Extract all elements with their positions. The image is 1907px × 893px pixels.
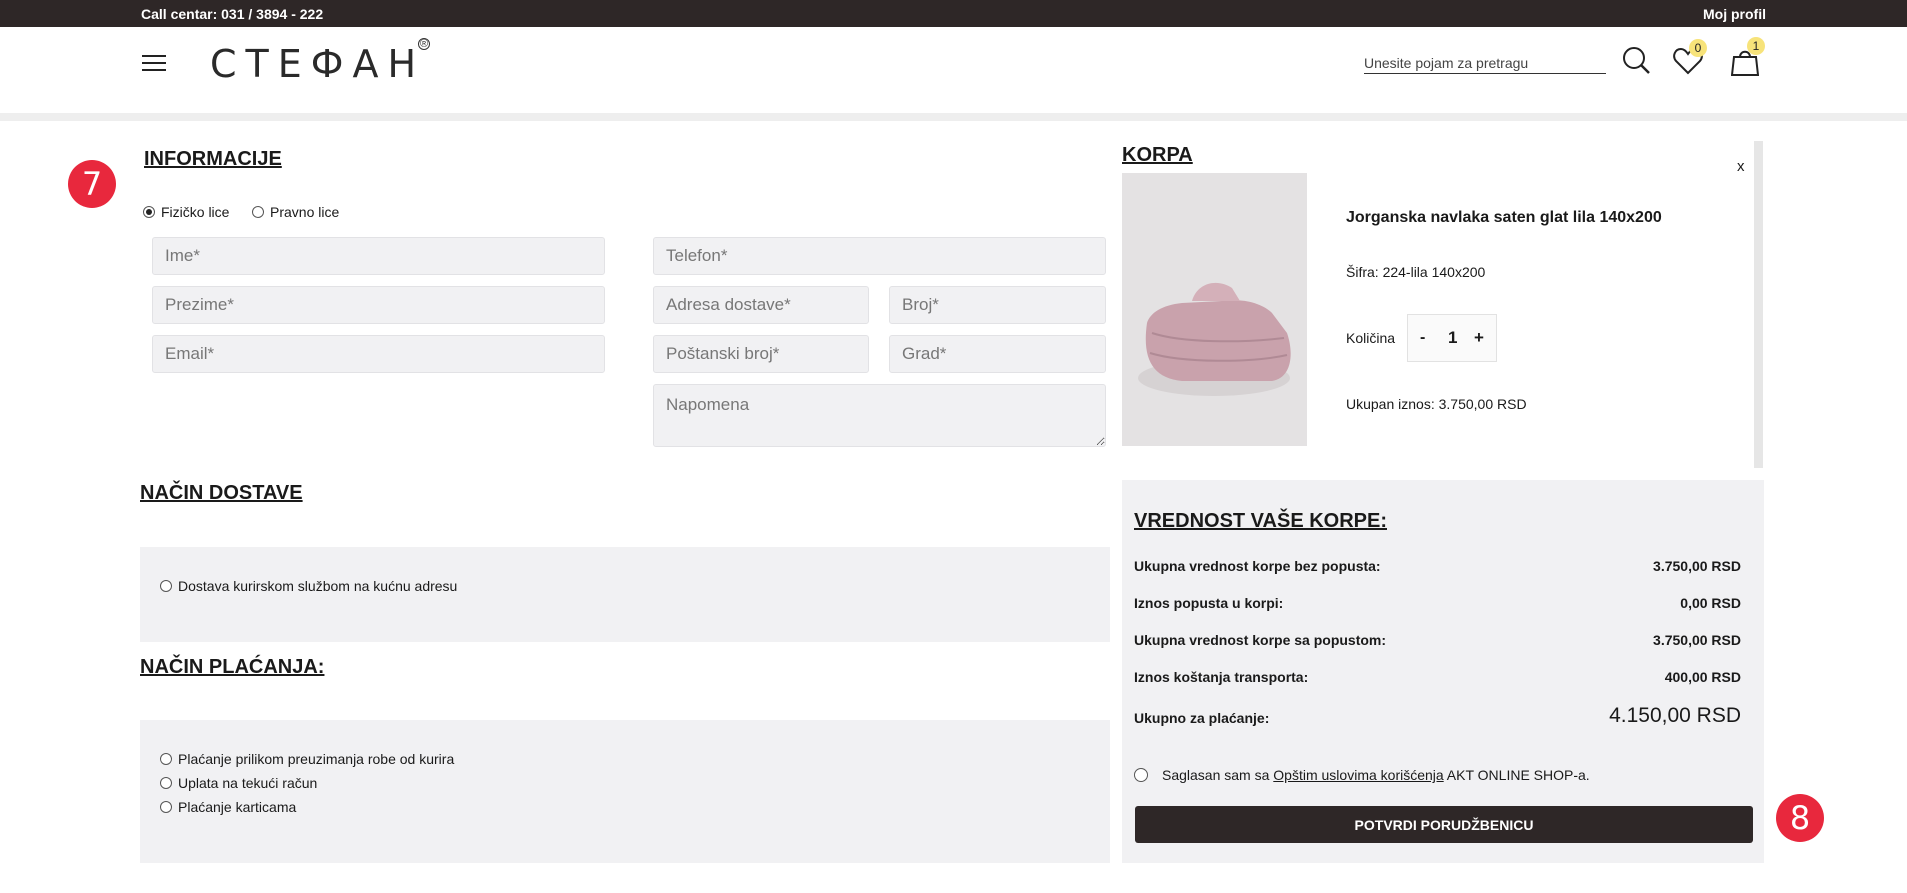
summary-total-row: Ukupno za plaćanje: 4.150,00 RSD xyxy=(1134,704,1741,727)
payment-option-label: Plaćanje karticama xyxy=(178,799,297,815)
top-bar: Call centar: 031 / 3894 - 222 Moj profil xyxy=(0,0,1907,27)
wishlist-count-badge: 0 xyxy=(1689,39,1707,57)
quantity-label: Količina xyxy=(1346,330,1396,346)
summary-total-value: 4.150,00 RSD xyxy=(1609,704,1741,727)
payment-option-label: Uplata na tekući račun xyxy=(178,775,318,791)
payment-options-panel xyxy=(140,720,1110,863)
radio-checked-icon[interactable] xyxy=(143,206,155,218)
note-field[interactable] xyxy=(653,384,1106,447)
first-name-field[interactable] xyxy=(152,237,605,275)
summary-label: Ukupna vrednost korpe bez popusta: xyxy=(1134,558,1381,574)
quantity-decrease-button[interactable]: - xyxy=(1420,329,1425,347)
summary-row: Iznos popusta u korpi: 0,00 RSD xyxy=(1134,595,1741,611)
product-sku: Šifra: 224-lila 140x200 xyxy=(1346,264,1486,280)
delivery-option-courier[interactable]: Dostava kurirskom službom na kućnu adres… xyxy=(160,578,457,594)
delivery-option-label: Dostava kurirskom službom na kućnu adres… xyxy=(178,578,458,594)
radio-unchecked-icon[interactable] xyxy=(160,777,172,789)
person-type-company[interactable]: Pravno lice xyxy=(252,204,339,220)
delivery-options-panel xyxy=(140,547,1110,642)
product-image[interactable] xyxy=(1122,173,1307,446)
quantity-value[interactable]: 1 xyxy=(1448,328,1457,348)
call-center-text: Call centar: 031 / 3894 - 222 xyxy=(141,6,324,22)
payment-option-label: Plaćanje prilikom preuzimanja robe od ku… xyxy=(178,751,455,767)
header-divider xyxy=(0,113,1907,121)
email-field[interactable] xyxy=(152,335,605,373)
summary-label: Ukupna vrednost korpe sa popustom: xyxy=(1134,632,1387,648)
terms-checkbox-icon[interactable] xyxy=(1134,768,1148,782)
item-total: Ukupan iznos: 3.750,00 RSD xyxy=(1346,396,1527,412)
summary-value: 3.750,00 RSD xyxy=(1653,558,1741,574)
confirm-order-button[interactable]: POTVRDI PORUDŽBENICU xyxy=(1135,806,1753,843)
last-name-field[interactable] xyxy=(152,286,605,324)
summary-row: Iznos koštanja transporta: 400,00 RSD xyxy=(1134,669,1741,685)
payment-option-bank-transfer[interactable]: Uplata na tekući račun xyxy=(160,775,317,791)
summary-value: 3.750,00 RSD xyxy=(1653,632,1741,648)
site-logo[interactable]: СТЕФАН xyxy=(210,42,425,86)
summary-value: 400,00 RSD xyxy=(1664,669,1741,685)
summary-value: 0,00 RSD xyxy=(1680,595,1741,611)
step-number-badge: 8 xyxy=(1776,794,1824,842)
product-name[interactable]: Jorganska navlaka saten glat lila 140x20… xyxy=(1346,209,1662,227)
step-number-badge: 7 xyxy=(68,160,116,208)
house-number-field[interactable] xyxy=(889,286,1106,324)
quantity-increase-button[interactable]: + xyxy=(1474,328,1484,348)
city-field[interactable] xyxy=(889,335,1106,373)
phone-field[interactable] xyxy=(653,237,1106,275)
person-type-label: Pravno lice xyxy=(270,204,340,220)
person-type-label: Fizičko lice xyxy=(161,204,230,220)
terms-agreement[interactable]: Saglasan sam sa Opštim uslovima korišćen… xyxy=(1134,767,1590,783)
terms-link[interactable]: Opštim uslovima korišćenja xyxy=(1273,767,1443,783)
search-icon[interactable] xyxy=(1622,46,1654,78)
summary-label: Iznos popusta u korpi: xyxy=(1134,595,1284,611)
payment-section-title: NAČIN PLAĆANJA: xyxy=(140,656,325,678)
summary-row: Ukupna vrednost korpe sa popustom: 3.750… xyxy=(1134,632,1741,648)
summary-row: Ukupna vrednost korpe bez popusta: 3.750… xyxy=(1134,558,1741,574)
address-field[interactable] xyxy=(653,286,869,324)
summary-total-label: Ukupno za plaćanje: xyxy=(1134,710,1270,726)
summary-title: VREDNOST VAŠE KORPE: xyxy=(1134,510,1387,532)
payment-option-cod[interactable]: Plaćanje prilikom preuzimanja robe od ku… xyxy=(160,751,454,767)
cart-count-badge: 1 xyxy=(1747,37,1765,55)
info-section-title: INFORMACIJE xyxy=(144,148,282,170)
radio-unchecked-icon[interactable] xyxy=(160,580,172,592)
quantity-stepper: - 1 + xyxy=(1407,314,1497,362)
summary-label: Iznos koštanja transporta: xyxy=(1134,669,1309,685)
radio-unchecked-icon[interactable] xyxy=(160,801,172,813)
remove-item-button[interactable]: x xyxy=(1737,158,1745,175)
registered-mark: ® xyxy=(418,38,430,50)
terms-text-prefix: Saglasan sam sa xyxy=(1162,767,1274,783)
postal-code-field[interactable] xyxy=(653,335,869,373)
search-input[interactable] xyxy=(1364,52,1606,74)
radio-unchecked-icon[interactable] xyxy=(160,753,172,765)
my-profile-link[interactable]: Moj profil xyxy=(1703,6,1766,22)
payment-option-card[interactable]: Plaćanje karticama xyxy=(160,799,296,815)
menu-icon[interactable] xyxy=(142,55,166,73)
cart-scrollbar[interactable] xyxy=(1754,141,1763,468)
person-type-individual[interactable]: Fizičko lice xyxy=(143,204,229,220)
delivery-section-title: NAČIN DOSTAVE xyxy=(140,482,303,504)
radio-unchecked-icon[interactable] xyxy=(252,206,264,218)
terms-text-suffix: AKT ONLINE SHOP-a. xyxy=(1443,767,1590,783)
cart-section-title: KORPA xyxy=(1122,144,1193,166)
